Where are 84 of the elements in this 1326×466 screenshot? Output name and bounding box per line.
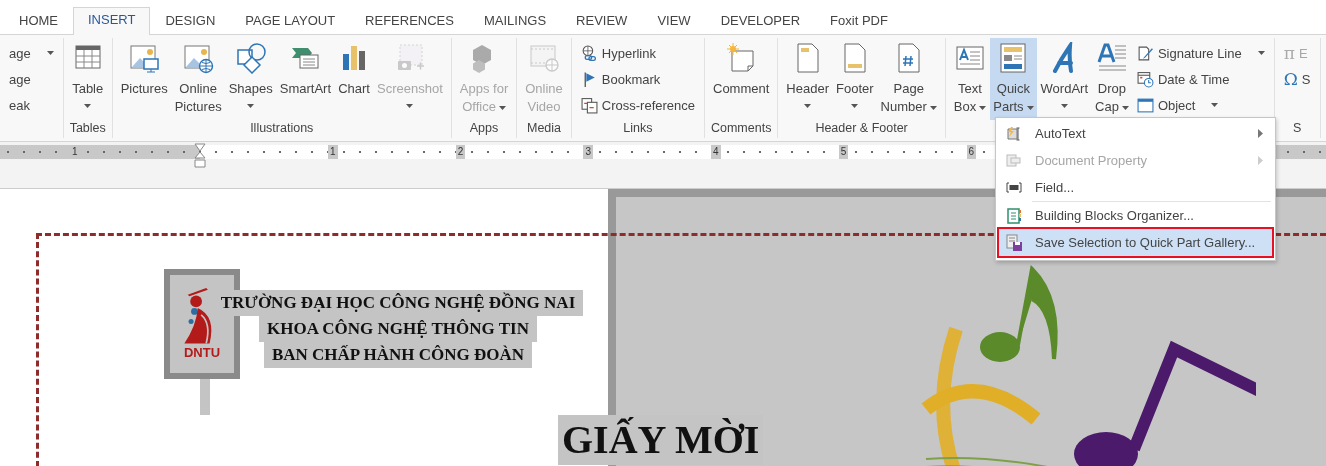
group-label: Tables — [68, 121, 107, 137]
caret-icon — [1026, 105, 1034, 110]
caret-icon — [498, 105, 506, 110]
caret-icon — [84, 104, 92, 108]
cross-reference-icon — [580, 96, 598, 114]
group-label: Comments — [710, 121, 773, 137]
submenu-arrow-icon — [1258, 156, 1263, 165]
caret-icon — [1060, 104, 1068, 108]
menu-item[interactable]: Field... — [999, 174, 1272, 201]
group-label: Links — [622, 121, 654, 137]
group-label: Illustrations — [249, 121, 315, 137]
ribbon-tab[interactable]: DEVELOPER — [705, 8, 816, 35]
ribbon-button[interactable]: Drop Cap — [1092, 38, 1132, 120]
caret-icon — [804, 104, 812, 108]
building-blocks-icon — [1005, 207, 1023, 225]
menu-item[interactable]: Save Selection to Quick Part Gallery... — [999, 229, 1272, 256]
caret-icon — [979, 105, 987, 110]
group-label: Header & Footer — [814, 121, 909, 137]
ribbon-button[interactable]: Date & Time — [1132, 66, 1269, 92]
hyperlink-icon — [580, 44, 598, 62]
caret-icon — [1257, 51, 1265, 55]
caret-icon — [406, 104, 414, 108]
ribbon-button[interactable]: WordArt — [1037, 38, 1091, 120]
ribbon-tab[interactable]: DESIGN — [150, 8, 231, 35]
indent-marker-icon[interactable] — [194, 143, 206, 169]
ruler-number: 1 — [328, 145, 338, 159]
group-label: Media — [526, 121, 563, 137]
ribbon-button[interactable]: Footer — [833, 38, 877, 120]
autotext-icon — [1005, 125, 1023, 143]
signature-pen-icon — [1136, 44, 1154, 62]
ribbon-button[interactable]: eak — [5, 92, 58, 118]
ruler-number: 3 — [583, 145, 593, 159]
shapes-icon — [234, 42, 267, 74]
ribbon-tab[interactable]: INSERT — [73, 7, 151, 35]
ribbon-button[interactable]: Cross-reference — [576, 92, 699, 118]
online-picture-icon — [182, 42, 215, 74]
ribbon-tab[interactable]: PAGE LAYOUT — [230, 8, 351, 35]
ruler-number: 6 — [966, 145, 977, 159]
ribbon-tab[interactable]: HOME — [4, 8, 73, 35]
caret-icon — [851, 104, 859, 108]
drop-cap-icon — [1095, 42, 1128, 74]
ribbon-button[interactable]: Online Pictures — [171, 38, 225, 120]
menu-item[interactable]: AutoText — [999, 120, 1272, 147]
ribbon-button[interactable]: Ω S — [1279, 66, 1315, 92]
submenu-arrow-icon — [1258, 129, 1263, 138]
object-window-icon — [1136, 96, 1154, 114]
caret-icon — [46, 51, 54, 55]
ribbon-button[interactable]: Shapes — [225, 38, 276, 120]
ribbon-button[interactable]: Object — [1132, 92, 1269, 118]
ribbon-button[interactable]: Header — [783, 38, 832, 120]
ribbon-tab[interactable]: Foxit PDF — [815, 8, 903, 35]
caret-icon — [1121, 105, 1129, 110]
ruler-number: 5 — [838, 145, 849, 159]
logo-text: DNTU — [183, 345, 221, 361]
caret-icon — [1211, 103, 1219, 107]
ribbon-button[interactable]: age — [5, 66, 58, 92]
ribbon-tab[interactable]: VIEW — [642, 8, 706, 35]
ribbon-tab[interactable]: REVIEW — [561, 8, 643, 35]
picture-icon — [128, 42, 161, 74]
ribbon-button[interactable]: Hyperlink — [576, 40, 699, 66]
caret-icon — [247, 104, 255, 108]
ribbon-button[interactable]: Bookmark — [576, 66, 699, 92]
document-property-icon — [1005, 152, 1023, 170]
calendar-clock-icon — [1136, 70, 1154, 88]
caret-icon — [929, 105, 937, 110]
ribbon-button[interactable]: Chart — [335, 38, 374, 120]
ribbon-button[interactable]: age — [5, 40, 58, 66]
ribbon-button[interactable]: Signature Line — [1132, 40, 1269, 66]
ribbon-button[interactable]: Text Box — [950, 38, 990, 120]
ribbon-tab[interactable]: MAILINGS — [468, 8, 562, 35]
group-label: S — [1291, 121, 1303, 137]
ribbon-button[interactable]: Comment — [710, 38, 773, 120]
ribbon-button[interactable]: SmartArt — [276, 38, 335, 120]
ribbon-button[interactable]: Table — [68, 38, 107, 120]
ribbon-button[interactable]: Pictures — [117, 38, 171, 120]
save-selection-icon — [1005, 234, 1023, 252]
group-label: Apps — [468, 121, 500, 137]
ribbon-button[interactable]: Page Number — [877, 38, 940, 120]
menu-item[interactable]: Building Blocks Organizer... — [999, 202, 1272, 229]
ribbon-button[interactable]: Quick Parts — [990, 38, 1037, 120]
ruler-number: 4 — [711, 145, 721, 159]
ribbon-tab[interactable]: REFERENCES — [350, 8, 469, 35]
video-icon — [528, 42, 560, 74]
ruler-number: 2 — [455, 145, 466, 159]
